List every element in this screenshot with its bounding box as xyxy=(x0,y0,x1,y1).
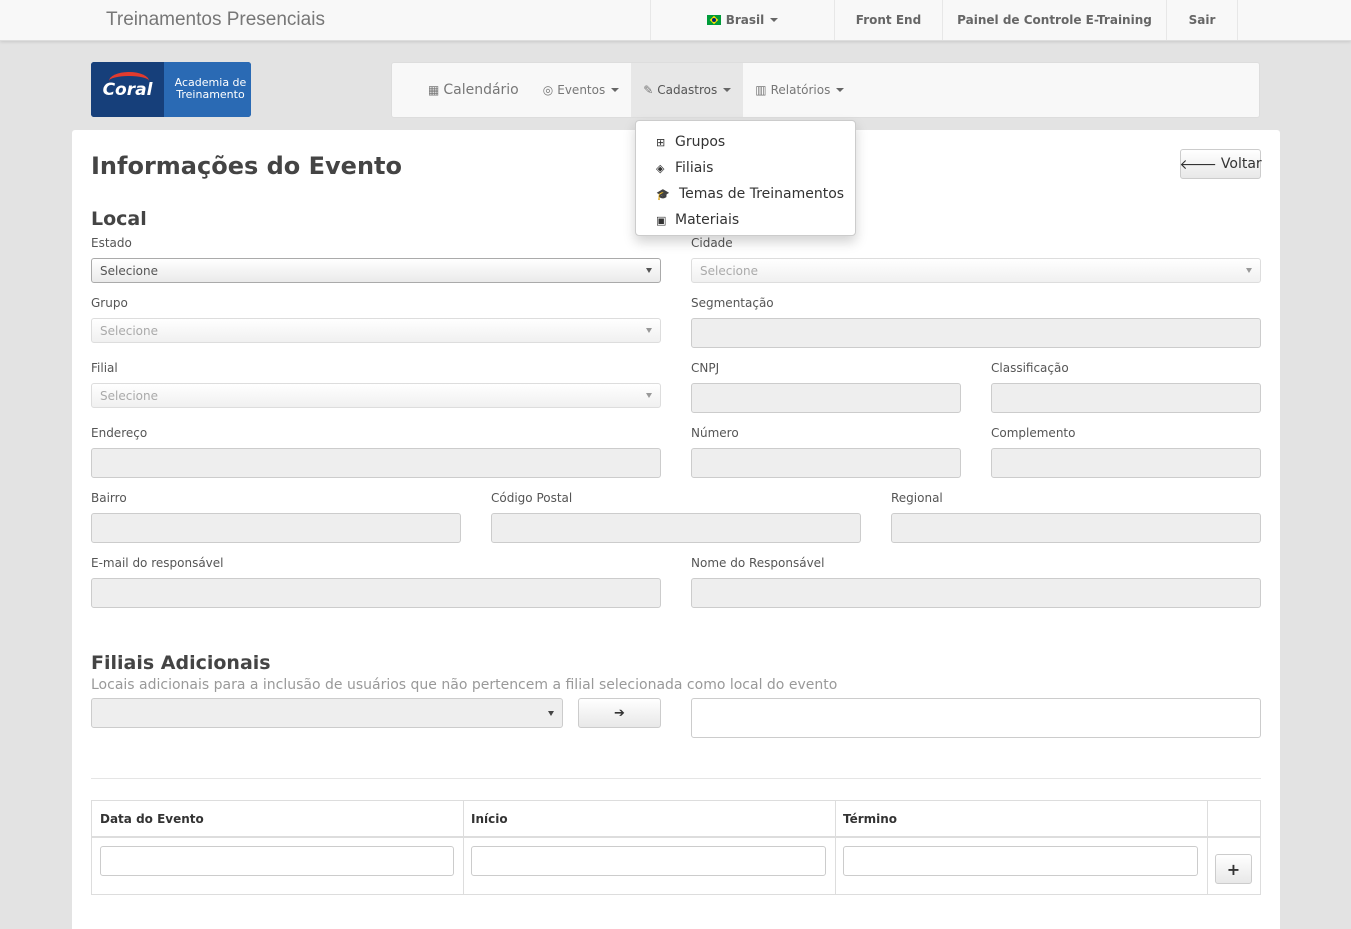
handshake-icon: ◎ xyxy=(542,83,554,97)
grupo-select[interactable]: Selecione xyxy=(91,318,661,343)
top-nav: Brasil Front End Painel de Controle E-Tr… xyxy=(650,0,1238,40)
complemento-field[interactable] xyxy=(991,448,1261,478)
nav-calendario[interactable]: ▦ Calendário xyxy=(416,63,531,117)
top-navbar: Treinamentos Presenciais Brasil Front En… xyxy=(0,0,1351,41)
sitemap-icon: ⊞ xyxy=(656,135,666,149)
menu-item-temas[interactable]: 🎓 Temas de Treinamentos xyxy=(636,181,855,207)
table-cell xyxy=(92,838,464,894)
termino-input[interactable] xyxy=(843,846,1198,876)
event-dates-table: Data do Evento Início Término + xyxy=(91,800,1261,895)
menu-item-materiais[interactable]: ▣ Materiais xyxy=(636,207,855,233)
pencil-icon: ✎ xyxy=(643,83,654,97)
nav-relatorios[interactable]: ▥ Relatórios xyxy=(743,63,856,117)
filiais-selected-list[interactable] xyxy=(691,698,1261,738)
graduation-cap-icon: 🎓 xyxy=(656,187,670,201)
nome-responsavel-label: Nome do Responsável xyxy=(691,556,825,570)
nav-cadastros[interactable]: ✎ Cadastros xyxy=(631,63,744,117)
cube-icon: ◈ xyxy=(656,161,665,175)
column-header-actions xyxy=(1207,801,1261,838)
complemento-label: Complemento xyxy=(991,426,1076,440)
classificacao-field[interactable] xyxy=(991,383,1261,413)
filiais-adicionais-select[interactable] xyxy=(91,698,563,728)
cnpj-label: CNPJ xyxy=(691,361,720,375)
segmentacao-label: Segmentação xyxy=(691,296,774,310)
chevron-down-icon xyxy=(611,88,620,92)
bairro-label: Bairro xyxy=(91,491,127,505)
cadastros-dropdown-menu: ⊞ Grupos ◈ Filiais 🎓 Temas de Treinament… xyxy=(635,120,856,236)
chevron-down-icon xyxy=(646,393,652,398)
cnpj-field[interactable] xyxy=(691,383,961,413)
arrow-right-icon: ➔ xyxy=(614,705,625,721)
chevron-down-icon xyxy=(770,18,779,22)
control-panel-link[interactable]: Painel de Controle E-Training xyxy=(942,0,1166,40)
regional-field[interactable] xyxy=(891,513,1261,543)
main-nav: ▦ Calendário ◎ Eventos ✎ Cadastros ▥ Rel… xyxy=(391,62,1260,118)
cidade-label: Cidade xyxy=(691,236,733,250)
section-filiais-title: Filiais Adicionais xyxy=(91,652,271,674)
add-filial-button[interactable]: ➔ xyxy=(578,698,661,728)
filial-label: Filial xyxy=(91,361,118,375)
column-header-data: Data do Evento xyxy=(92,801,464,838)
chevron-down-icon xyxy=(1246,268,1252,273)
numero-label: Número xyxy=(691,426,739,440)
bar-chart-icon: ▥ xyxy=(755,83,767,97)
email-field[interactable] xyxy=(91,578,661,608)
logo[interactable]: Coral Academia de Treinamento xyxy=(91,62,251,117)
bairro-field[interactable] xyxy=(91,513,461,543)
front-end-link[interactable]: Front End xyxy=(834,0,942,40)
menu-item-grupos[interactable]: ⊞ Grupos xyxy=(636,129,855,155)
cidade-select[interactable]: Selecione xyxy=(691,258,1261,283)
calendar-icon: ▦ xyxy=(428,83,440,97)
codigo-postal-field[interactable] xyxy=(491,513,861,543)
inicio-input[interactable] xyxy=(471,846,826,876)
arrow-left-icon: 🡐 xyxy=(1179,156,1217,173)
chevron-down-icon xyxy=(548,711,554,716)
briefcase-icon: ▣ xyxy=(656,213,667,227)
academy-logo-text: Academia de Treinamento xyxy=(164,62,251,117)
codigo-postal-label: Código Postal xyxy=(491,491,573,505)
endereco-label: Endereço xyxy=(91,426,148,440)
classificacao-label: Classificação xyxy=(991,361,1069,375)
chevron-down-icon xyxy=(646,328,652,333)
page-title: Informações do Evento xyxy=(91,152,403,180)
coral-logo: Coral xyxy=(91,62,164,117)
brazil-flag-icon xyxy=(706,15,721,25)
section-local-title: Local xyxy=(91,208,147,230)
table-cell xyxy=(463,838,836,894)
language-label: Brasil xyxy=(725,13,765,27)
estado-label: Estado xyxy=(91,236,132,250)
estado-select[interactable]: Selecione xyxy=(91,258,661,283)
column-header-inicio: Início xyxy=(463,801,836,838)
logout-link[interactable]: Sair xyxy=(1166,0,1238,40)
divider xyxy=(91,778,1261,779)
language-selector[interactable]: Brasil xyxy=(650,0,834,40)
chevron-down-icon xyxy=(723,88,732,92)
email-label: E-mail do responsável xyxy=(91,556,224,570)
filial-select[interactable]: Selecione xyxy=(91,383,661,408)
chevron-down-icon xyxy=(836,88,845,92)
column-header-termino: Término xyxy=(835,801,1208,838)
numero-field[interactable] xyxy=(691,448,961,478)
chevron-down-icon xyxy=(646,268,652,273)
grupo-label: Grupo xyxy=(91,296,128,310)
regional-label: Regional xyxy=(891,491,943,505)
menu-item-filiais[interactable]: ◈ Filiais xyxy=(636,155,855,181)
filiais-help-text: Locais adicionais para a inclusão de usu… xyxy=(91,677,838,693)
data-evento-input[interactable] xyxy=(100,846,454,876)
add-row-button[interactable]: + xyxy=(1215,854,1252,884)
segmentacao-field[interactable] xyxy=(691,318,1261,348)
app-title[interactable]: Treinamentos Presenciais xyxy=(106,9,325,31)
nome-responsavel-field[interactable] xyxy=(691,578,1261,608)
back-button[interactable]: 🡐 Voltar xyxy=(1179,149,1262,179)
table-cell: + xyxy=(1207,838,1261,894)
endereco-field[interactable] xyxy=(91,448,661,478)
nav-eventos[interactable]: ◎ Eventos xyxy=(531,63,631,117)
table-cell xyxy=(835,838,1208,894)
